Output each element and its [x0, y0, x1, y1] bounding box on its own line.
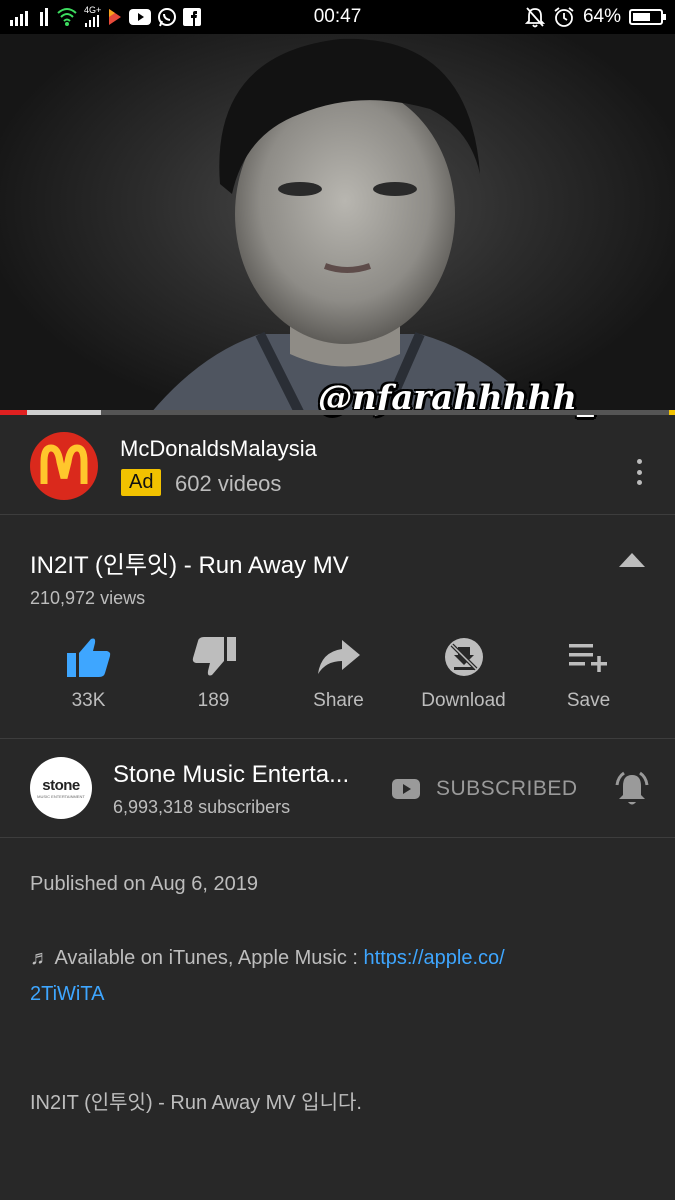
more-options-icon[interactable] [631, 459, 647, 485]
share-icon [317, 640, 360, 674]
download-disabled-icon [444, 638, 483, 676]
ad-badge: Ad [121, 469, 162, 496]
channel-avatar[interactable]: stone MUSIC ENTERTAINMENT [30, 757, 92, 819]
subscriber-count: 6,993,318 subscribers [113, 797, 291, 817]
status-bar: 4G+ 00:47 64% [0, 0, 675, 34]
dislike-count: 189 [197, 690, 230, 711]
apple-music-link-cont[interactable]: 2TiWiTA [30, 983, 104, 1005]
battery-percent: 64% [582, 6, 621, 27]
dislike-button[interactable]: 189 [151, 632, 276, 712]
playlist-add-icon [568, 644, 607, 672]
ad-row[interactable]: McDonaldsMalaysia Ad 602 videos [0, 415, 675, 515]
thumbs-down-icon [192, 637, 236, 676]
video-title[interactable]: IN2IT (인투잇) - Run Away MV [30, 545, 349, 580]
save-button[interactable]: Save [526, 632, 651, 712]
mute-icon [524, 7, 545, 28]
description-line-title: IN2IT (인투잇) - Run Away MV 입니다. [30, 1092, 362, 1114]
like-button[interactable]: 33K [26, 632, 151, 712]
save-label: Save [566, 690, 611, 711]
subscribed-button[interactable]: SUBSCRIBED [436, 777, 578, 801]
ad-video-count: 602 videos [175, 471, 282, 496]
collapse-chevron-icon[interactable] [619, 553, 645, 567]
channel-row[interactable]: stone MUSIC ENTERTAINMENT Stone Music En… [0, 739, 675, 838]
channel-logo-text: stone [42, 777, 80, 794]
thumbs-up-icon [66, 638, 110, 677]
like-count: 33K [71, 690, 106, 711]
itunes-text: ♬ Available on iTunes, Apple Music : [30, 947, 364, 969]
description-line-itunes: ♬ Available on iTunes, Apple Music : htt… [30, 940, 650, 1012]
alarm-icon [554, 7, 574, 27]
notification-bell-icon[interactable] [612, 769, 652, 809]
channel-name[interactable]: Stone Music Enterta... [113, 761, 349, 789]
download-button[interactable]: Download [401, 632, 526, 712]
video-frame [150, 38, 540, 414]
view-count: 210,972 views [30, 588, 146, 608]
channel-logo-subtext: MUSIC ENTERTAINMENT [37, 794, 85, 799]
youtube-icon [392, 779, 420, 799]
action-bar: 33K 189 Share Download Save [0, 632, 675, 739]
status-icons-right: 64% [524, 6, 666, 28]
video-player[interactable] [0, 34, 675, 414]
mcdonalds-logo[interactable] [30, 432, 98, 500]
apple-music-link[interactable]: https://apple.co/ [364, 947, 505, 969]
share-button[interactable]: Share [276, 632, 401, 712]
download-label: Download [421, 690, 506, 711]
battery-icon [629, 9, 666, 25]
ad-channel-name[interactable]: McDonaldsMalaysia [120, 436, 317, 462]
share-label: Share [313, 690, 364, 711]
published-date: Published on Aug 6, 2019 [30, 873, 258, 895]
